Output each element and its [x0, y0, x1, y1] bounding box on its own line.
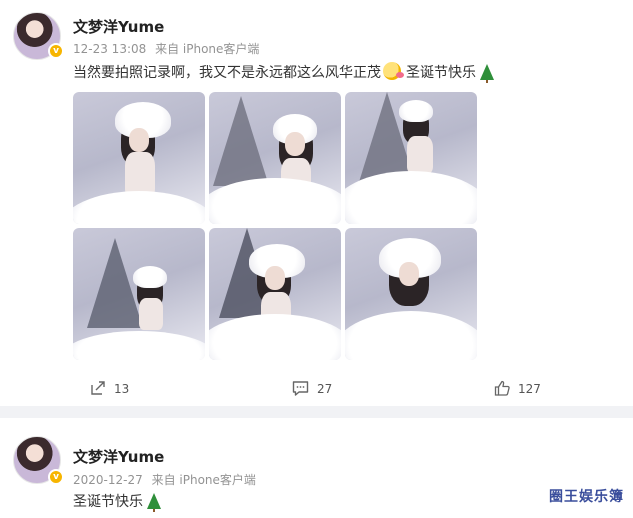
post-source: 来自 iPhone客户端 [155, 42, 260, 56]
smiling-face-emoji-icon [383, 62, 404, 80]
thumbs-up-icon [494, 380, 510, 396]
verified-badge-icon: v [48, 43, 64, 59]
post-text-part2: 圣诞节快乐 [406, 65, 476, 81]
christmas-tree-icon [480, 64, 494, 83]
photo-1[interactable] [73, 92, 205, 224]
post-text: 圣诞节快乐 [73, 491, 161, 512]
photo-3[interactable] [345, 92, 477, 224]
post-source: 来自 iPhone客户端 [151, 473, 256, 487]
watermark: 圈王娱乐簿 [549, 489, 624, 505]
comment-button[interactable]: 27 [292, 380, 332, 398]
photo-6[interactable] [345, 228, 477, 360]
photo-grid [73, 92, 477, 360]
post-time[interactable]: 2020-12-27 [73, 473, 143, 487]
photo-5[interactable] [209, 228, 341, 360]
username[interactable]: 文梦洋Yume [73, 446, 164, 467]
christmas-tree-icon [147, 493, 161, 512]
username[interactable]: 文梦洋Yume [73, 16, 164, 37]
post-text: 当然要拍照记录啊，我又不是永远都这么风华正茂 圣诞节快乐 [73, 62, 494, 83]
photo-2[interactable] [209, 92, 341, 224]
like-count: 127 [518, 382, 541, 396]
repost-button[interactable]: 13 [90, 380, 129, 398]
verified-badge-icon: v [48, 469, 64, 485]
photo-4[interactable] [73, 228, 205, 360]
weibo-post: v 文梦洋Yume 2020-12-27 来自 iPhone客户端 圣诞节快乐 [0, 418, 633, 518]
post-divider [0, 406, 633, 418]
post-text-part1: 当然要拍照记录啊，我又不是永远都这么风华正茂 [73, 65, 381, 81]
share-icon [91, 381, 105, 395]
post-meta: 12-23 13:08 来自 iPhone客户端 [73, 40, 259, 57]
comment-icon [292, 381, 309, 396]
weibo-post: v 文梦洋Yume 12-23 13:08 来自 iPhone客户端 当然要拍照… [0, 0, 633, 406]
post-time[interactable]: 12-23 13:08 [73, 42, 146, 56]
comment-count: 27 [317, 382, 333, 396]
post-text-part1: 圣诞节快乐 [73, 494, 143, 510]
repost-count: 13 [114, 382, 130, 396]
post-meta: 2020-12-27 来自 iPhone客户端 [73, 471, 256, 488]
like-button[interactable]: 127 [494, 380, 541, 398]
